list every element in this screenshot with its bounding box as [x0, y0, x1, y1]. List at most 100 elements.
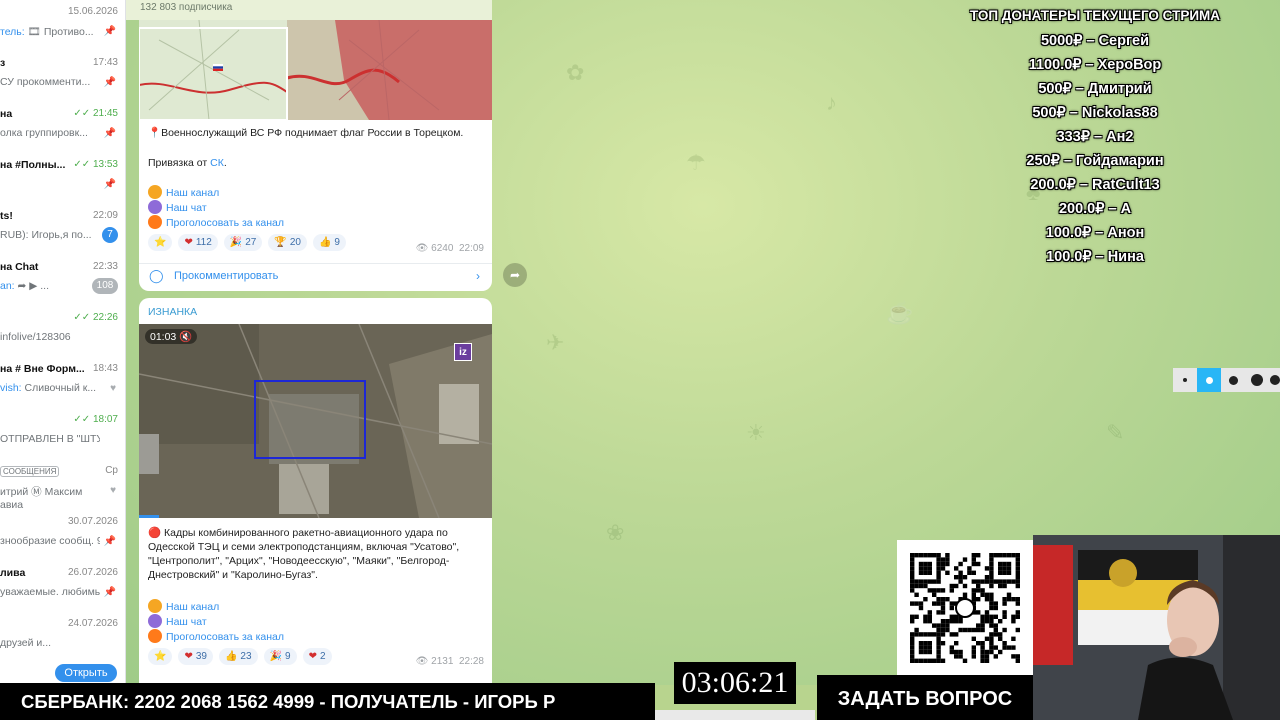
- open-button[interactable]: Открыть: [55, 664, 117, 682]
- map-image[interactable]: [139, 20, 492, 120]
- qr-code: [897, 540, 1033, 675]
- post-links: Наш канал Наш чат Проголосовать за канал: [148, 185, 284, 230]
- reaction-thumb[interactable]: 👍 9: [312, 234, 346, 251]
- donor-row: 100.0₽ – Анон: [1045, 225, 1145, 241]
- doodle-icon: ❀: [606, 520, 625, 545]
- chat-list-item[interactable]: ✓✓ 22:26 infolive/128306: [0, 306, 125, 357]
- chat-time: 18:43: [92, 363, 118, 374]
- chat-time: 30.07.2026: [67, 516, 118, 527]
- stream-timer: 03:06:21: [674, 662, 796, 704]
- post-caption: 📍Военнослужащий ВС РФ поднимает флаг Рос…: [148, 127, 464, 139]
- binding-line: Привязка от СК.: [148, 157, 227, 169]
- reaction-trophy[interactable]: 🏆 20: [268, 234, 307, 251]
- chat-preview: олка группировк...: [0, 127, 88, 139]
- reaction-heart[interactable]: ❤ 39: [178, 648, 213, 665]
- chat-preview: тель: 🎞 Противо...: [0, 26, 94, 38]
- chat-list-item[interactable]: на ✓✓ 21:45 олка группировк... 📌: [0, 102, 125, 153]
- chat-title: з: [0, 57, 6, 69]
- satellite-image: [139, 324, 492, 518]
- chat-time: ✓✓ 21:45: [73, 108, 118, 119]
- reaction-party[interactable]: 🎉 27: [223, 234, 263, 251]
- comment-button[interactable]: ◯ Прокомментировать ›: [139, 263, 492, 289]
- chat-preview: an: ➦ ▶ ...: [0, 280, 49, 292]
- chat-list: 15.06.2026 тель: 🎞 Противо... 📌 з 17:43 СУ пр…: [0, 0, 126, 685]
- reactions-bar-2: ⭐ ❤ 39 👍 23 🎉 9 ❤ 2: [148, 648, 332, 665]
- heart-icon: ♥: [110, 485, 116, 496]
- link-vote[interactable]: Проголосовать за канал: [166, 631, 284, 643]
- pin-icon: 📌: [103, 536, 116, 547]
- vote-icon: [148, 629, 162, 643]
- chat-list-item[interactable]: ✓✓ 18:07 ОТПРАВЛЕН В "ШТУР...: [0, 408, 125, 459]
- reaction-star[interactable]: ⭐: [148, 648, 173, 665]
- channel-icon: [148, 185, 162, 199]
- post-card-2[interactable]: ИЗНАНКА 01:03 🔇 iz 🔴 Кадры комбинированн…: [139, 298, 492, 685]
- channel-icon: [148, 599, 162, 613]
- chat-preview: infolive/128306: [0, 331, 71, 343]
- pin-icon: 📌: [103, 179, 116, 190]
- chat-preview: СУ прокомменти...: [0, 76, 91, 88]
- chat-time: 24.07.2026: [67, 618, 118, 629]
- chat-list-item[interactable]: лива 26.07.2026 уважаемые. любимы... 📌: [0, 561, 125, 612]
- pin-icon: 📌: [103, 26, 116, 37]
- chat-icon: [148, 614, 162, 628]
- link-our-chat[interactable]: Наш чат: [166, 202, 207, 214]
- link-our-channel[interactable]: Наш канал: [166, 601, 219, 613]
- chat-list-item[interactable]: на Chat 22:33 an: ➦ ▶ ... 108: [0, 255, 125, 306]
- post-caption-2: 🔴 Кадры комбинированного ракетно-авиацио…: [148, 527, 460, 581]
- unread-badge: 7: [102, 227, 118, 243]
- ask-question-banner: ЗАДАТЬ ВОПРОС: [817, 675, 1033, 720]
- comment-icon: ◯: [149, 268, 164, 283]
- post-author[interactable]: ИЗНАНКА: [148, 306, 197, 318]
- reaction-heart-2[interactable]: ❤ 2: [302, 648, 332, 665]
- link-vote[interactable]: Проголосовать за канал: [166, 217, 284, 229]
- subscriber-count: 132 803 подписчика: [140, 2, 233, 13]
- chat-time: 22:09: [92, 210, 118, 221]
- donor-row: 200.0₽ – RatCult13: [1030, 177, 1160, 193]
- donor-row: 333₽ – Ан2: [1056, 129, 1134, 145]
- pin-icon: 📌: [103, 128, 116, 139]
- post-meta: 👁 6240 22:09: [415, 243, 484, 254]
- muted-speaker-icon[interactable]: 🔇: [179, 331, 192, 343]
- indicator-dot: [1173, 368, 1197, 392]
- heart-icon: ♥: [110, 383, 116, 394]
- tag-label: СООБЩЕНИЯ: [0, 465, 60, 477]
- post-card-1[interactable]: 📍Военнослужащий ВС РФ поднимает флаг Рос…: [139, 20, 492, 291]
- bank-details-bar: СБЕРБАНК: 2202 2068 1562 4999 - ПОЛУЧАТЕ…: [0, 683, 655, 720]
- doodle-icon: ☀: [746, 420, 766, 445]
- link-our-channel[interactable]: Наш канал: [166, 187, 219, 199]
- video-player[interactable]: 01:03 🔇 iz: [139, 324, 492, 518]
- chat-list-item[interactable]: 15.06.2026 тель: 🎞 Противо... 📌: [0, 0, 125, 51]
- indicator-dot: [1269, 368, 1280, 392]
- share-forward-button[interactable]: ➦: [503, 263, 527, 287]
- chat-list-item[interactable]: на # Вне Форм... 18:43 vish: Сливочный к..…: [0, 357, 125, 408]
- link-our-chat[interactable]: Наш чат: [166, 616, 207, 628]
- chat-time: 26.07.2026: [67, 567, 118, 578]
- reaction-party[interactable]: 🎉 9: [263, 648, 297, 665]
- red-circle-icon: 🔴: [148, 527, 162, 539]
- doodle-icon: ✎: [1106, 420, 1125, 445]
- chat-icon: [148, 200, 162, 214]
- video-duration: 01:03 🔇: [145, 329, 198, 344]
- reaction-thumb[interactable]: 👍 23: [218, 648, 258, 665]
- video-progress[interactable]: [139, 515, 159, 518]
- chat-preview: зноoбразие сообщ. 9...: [0, 535, 100, 547]
- reaction-heart[interactable]: ❤ 112: [178, 234, 218, 251]
- chat-list-item[interactable]: 24.07.2026 друзей и...: [0, 612, 125, 663]
- chat-preview: итрий Ⓜ Максим авиа: [0, 486, 83, 511]
- location-pin-icon: 📍: [148, 127, 162, 139]
- chat-list-item[interactable]: СООБЩЕНИЯ Ср итрий Ⓜ Максим авиа ♥: [0, 459, 125, 511]
- slide-indicator: [1173, 368, 1280, 392]
- doodle-icon: ✿: [566, 60, 585, 85]
- chat-preview: RUB): Игорь,я по...: [0, 229, 92, 241]
- doodle-icon: ♪: [826, 90, 837, 115]
- map-graphic: [139, 20, 492, 120]
- source-link[interactable]: СК: [210, 157, 224, 169]
- chat-list-item[interactable]: на #Полны... ✓✓ 13:53 📌: [0, 153, 125, 204]
- chat-list-item[interactable]: ts! 22:09 RUB): Игорь,я по... 7: [0, 204, 125, 255]
- chat-list-item[interactable]: з 17:43 СУ прокомменти... 📌: [0, 51, 125, 102]
- chat-list-item[interactable]: 30.07.2026 зноoбразие сообщ. 9...📌: [0, 510, 125, 561]
- chat-time: Ср: [105, 465, 118, 476]
- reactions-bar: ⭐ ❤ 112 🎉 27 🏆 20 👍 9: [148, 234, 346, 251]
- reaction-star[interactable]: ⭐: [148, 234, 173, 251]
- chat-title: ts!: [0, 210, 13, 222]
